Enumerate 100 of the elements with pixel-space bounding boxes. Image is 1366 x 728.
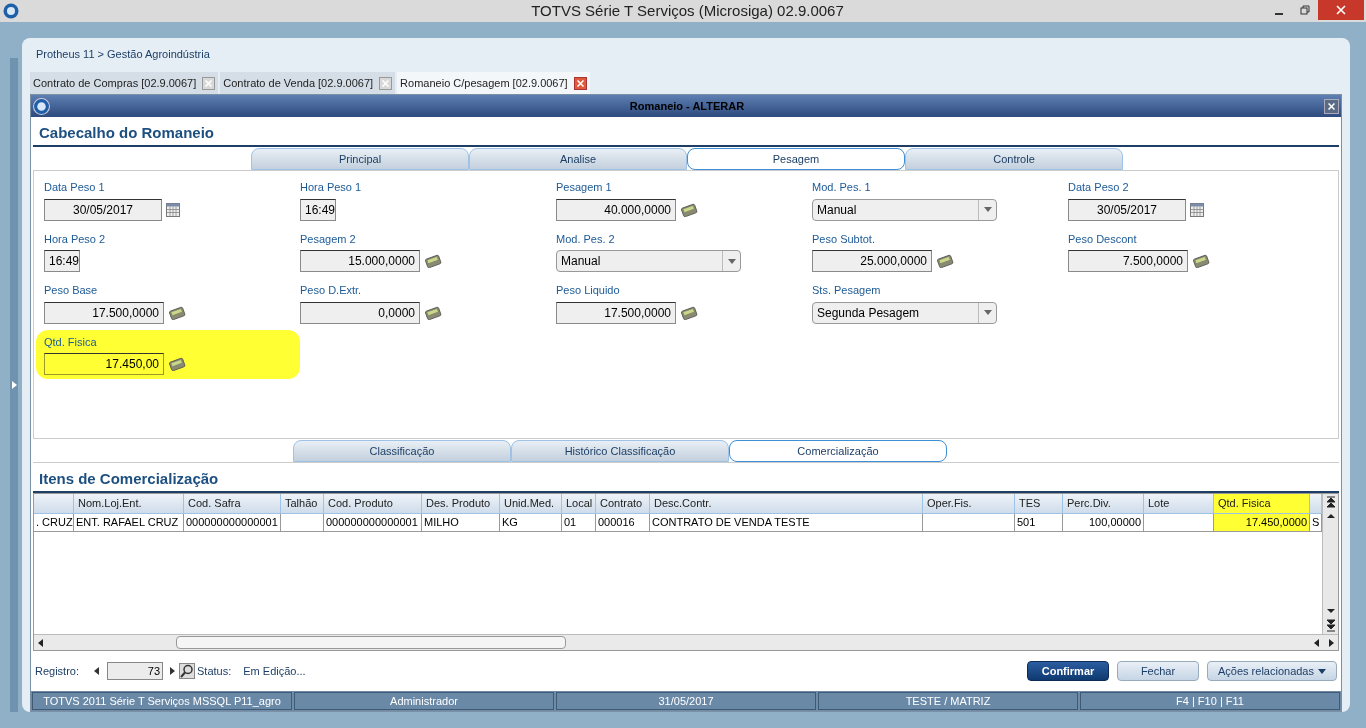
column-header[interactable]: Nom.Loj.Ent. [74, 494, 184, 514]
field-label: Hora Peso 1 [300, 180, 363, 195]
dropdown-field[interactable]: Manual [556, 250, 741, 272]
tab[interactable]: Classificação [293, 440, 511, 462]
table-cell: CONTRATO DE VENDA TESTE [650, 514, 923, 531]
close-icon[interactable] [202, 76, 216, 90]
scroll-left-icon[interactable] [36, 637, 46, 648]
number-field[interactable]: 7.500,0000 [1068, 250, 1188, 272]
caret-icon [1318, 668, 1326, 674]
column-header[interactable]: Talhão [281, 494, 324, 514]
table-cell: ENT. RAFAEL CRUZ [74, 514, 184, 531]
date-field[interactable]: 30/05/2017 [44, 198, 162, 221]
document-tab[interactable]: Romaneio C/pesagem [02.9.0067] [397, 72, 590, 94]
tab[interactable]: Histórico Classificação [511, 440, 729, 462]
number-field[interactable]: 40.000,0000 [556, 198, 676, 221]
section-heading: Itens de Comercialização [39, 470, 219, 487]
table-cell: 501 [1015, 514, 1063, 531]
record-field[interactable]: 73 [107, 662, 164, 680]
document-tab[interactable]: Contrato de Compras [02.9.0067] [30, 72, 219, 94]
column-header[interactable]: TES [1015, 494, 1063, 514]
status-bar-segment: F4 | F10 | F11 [1080, 692, 1340, 710]
search-icon[interactable] [179, 663, 196, 679]
number-field[interactable]: 0,0000 [300, 301, 420, 324]
tab[interactable]: Pesagem [687, 148, 905, 170]
field-label: Peso Subtot. [812, 231, 876, 247]
column-header[interactable]: Qtd. Fisica [1214, 494, 1310, 514]
dialog-title: Romaneio - ALTERAR [629, 98, 745, 114]
table-cell: 000016 [596, 514, 650, 531]
column-header[interactable]: Des. Produto [422, 494, 500, 514]
scroll-to-bottom-icon[interactable] [1325, 618, 1336, 632]
caret-icon [983, 310, 992, 315]
calculator-icon[interactable] [424, 254, 442, 268]
action-button[interactable]: Ações relacionadas [1207, 661, 1337, 681]
field-label: Mod. Pes. 2 [556, 231, 616, 247]
calculator-icon[interactable] [680, 202, 698, 217]
section-heading: Cabecalho do Romaneio [39, 124, 215, 141]
calendar-icon[interactable] [166, 202, 180, 217]
record-label: Registro: [35, 663, 80, 679]
calculator-icon[interactable] [168, 305, 186, 320]
field-label: Sts. Pesagem [812, 283, 882, 298]
column-header[interactable]: Unid.Med. [500, 494, 562, 514]
table-cell: 000000000000001 [184, 514, 281, 531]
status-bar-segment: TOTVS 2011 Série T Serviços MSSQL P11_agro [32, 692, 292, 710]
tab[interactable]: Comercialização [729, 440, 947, 462]
minimize-icon [1275, 13, 1283, 15]
field-label: Pesagem 2 [300, 231, 357, 247]
calculator-icon[interactable] [168, 357, 186, 371]
table-cell: 000000000000001 [324, 514, 422, 531]
document-tab[interactable]: Contrato de Venda [02.9.0067] [220, 72, 396, 94]
close-icon[interactable] [379, 76, 393, 90]
table-cell: 100,00000 [1063, 514, 1144, 531]
vertical-scrollbar[interactable] [1322, 494, 1338, 634]
calendar-icon[interactable] [1190, 202, 1204, 217]
window-title: TOTVS Série T Serviços (Microsiga) 02.9.0067 [531, 0, 844, 21]
status-label: Status: [197, 663, 232, 679]
scroll-right-icon[interactable] [1326, 637, 1336, 648]
time-field[interactable]: 16:49 [300, 198, 336, 221]
close-button[interactable] [1324, 98, 1339, 114]
column-header[interactable]: Contrato [596, 494, 650, 514]
table-cell: 01 [562, 514, 596, 531]
action-button[interactable]: Confirmar [1027, 661, 1109, 681]
number-field[interactable]: 17.450,00 [44, 353, 164, 375]
calculator-icon[interactable] [1192, 254, 1210, 268]
calculator-icon[interactable] [936, 254, 954, 268]
number-field[interactable]: 17.500,0000 [44, 301, 164, 324]
field-label: Data Peso 2 [1068, 180, 1130, 195]
field-label: Hora Peso 2 [44, 231, 107, 247]
time-field[interactable]: 16:49 [44, 250, 80, 272]
column-header[interactable]: Cod. Safra [184, 494, 281, 514]
scroll-down-icon[interactable] [1325, 606, 1336, 616]
table-cell: 17.450,0000 [1214, 514, 1310, 531]
date-field[interactable]: 30/05/2017 [1068, 198, 1186, 221]
column-header[interactable]: Perc.Div. [1063, 494, 1144, 514]
column-header[interactable]: Oper.Fis. [923, 494, 1015, 514]
dropdown-field[interactable]: Manual [812, 198, 997, 221]
action-button[interactable]: Fechar [1117, 661, 1199, 681]
tab[interactable]: Analise [469, 148, 687, 170]
table-cell: KG [500, 514, 562, 531]
column-header[interactable]: Desc.Contr. [650, 494, 923, 514]
tab[interactable]: Controle [905, 148, 1123, 170]
scroll-left-icon[interactable] [1312, 637, 1322, 648]
calculator-icon[interactable] [424, 305, 442, 320]
scroll-to-top-icon[interactable] [1325, 496, 1336, 510]
column-header[interactable]: Lote [1144, 494, 1214, 514]
close-button[interactable] [1318, 0, 1364, 20]
tab[interactable]: Principal [251, 148, 469, 170]
number-field[interactable]: 15.000,0000 [300, 250, 420, 272]
dropdown-field[interactable]: Segunda Pesagem [812, 301, 997, 324]
horizontal-scrollbar[interactable] [34, 634, 1338, 650]
breadcrumb: Protheus 11 > Gestão Agroindústria [36, 46, 210, 62]
close-icon[interactable] [573, 76, 587, 90]
field-label: Peso D.Extr. [300, 283, 363, 298]
close-icon [1336, 5, 1346, 15]
column-header[interactable]: Cod. Produto [324, 494, 422, 514]
close-icon [1328, 102, 1335, 110]
calculator-icon[interactable] [680, 305, 698, 320]
column-header[interactable]: Local [562, 494, 596, 514]
number-field[interactable]: 25.000,0000 [812, 250, 932, 272]
app-logo-icon [3, 3, 19, 19]
number-field[interactable]: 17.500,0000 [556, 301, 676, 324]
